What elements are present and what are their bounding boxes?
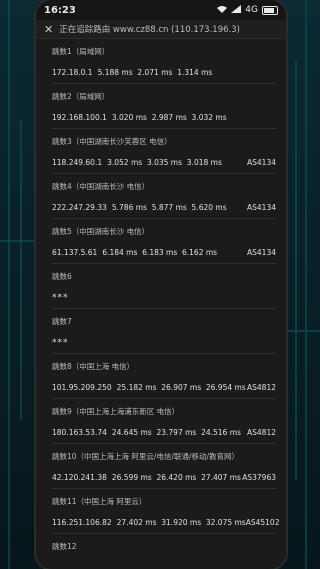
hop-as: AS45102 bbox=[245, 518, 280, 527]
hop-title: 跳数12 bbox=[52, 542, 77, 551]
hop-list: 跳数1（局域网） 172.18.0.1 5.188 ms 2.071 ms 1.31… bbox=[36, 39, 286, 569]
hop-title: 跳数8（中国上海 电信） bbox=[52, 362, 135, 371]
hop-as: AS4812 bbox=[247, 428, 276, 437]
hop-title: 跳数1（局域网） bbox=[52, 47, 110, 56]
hop-title: 跳数7 bbox=[52, 317, 72, 326]
hop-ip: 172.18.0.1 bbox=[52, 68, 93, 77]
hop-times: 3.052 ms 3.035 ms 3.018 ms bbox=[107, 158, 222, 167]
hop-title: 跳数3（中国湖南长沙芙蓉区 电信） bbox=[52, 137, 172, 146]
battery-level bbox=[264, 7, 274, 13]
hop-item: 跳数7 *** bbox=[52, 309, 276, 354]
hop-item: 跳数5（中国湖南长沙 电信） 61.137.5.61 6.184 ms 6.183 … bbox=[52, 219, 276, 264]
hop-times: 26.599 ms 26.420 ms 27.407 ms bbox=[111, 473, 241, 482]
hop-row: 61.137.5.61 6.184 ms 6.183 ms 6.162 ms AS4… bbox=[52, 248, 276, 257]
hop-row: 42.120.241.38 26.599 ms 26.420 ms 27.407 … bbox=[52, 473, 276, 482]
hop-item: 跳数12 bbox=[52, 534, 276, 569]
hop-row: 101.95.209.250 25.182 ms 26.907 ms 26.954… bbox=[52, 383, 276, 392]
hop-as: AS4134 bbox=[247, 248, 276, 257]
hop-title: 跳数6 bbox=[52, 272, 72, 281]
status-time: 16:23 bbox=[44, 4, 76, 16]
hop-ip: 118.249.60.1 bbox=[52, 158, 103, 167]
hop-times: 25.182 ms 26.907 ms 26.954 ms bbox=[116, 383, 246, 392]
hop-ip: 116.251.106.82 bbox=[52, 518, 112, 527]
hop-row: 172.18.0.1 5.188 ms 2.071 ms 1.314 ms bbox=[52, 68, 276, 77]
nav-bar: ✕ 正在追踪路由 www.cz88.cn (110.173.196.3) bbox=[36, 20, 286, 39]
hop-title: 跳数4（中国湖南长沙 电信） bbox=[52, 182, 150, 191]
hop-row: *** bbox=[52, 293, 276, 303]
hop-ip: *** bbox=[52, 293, 69, 303]
hop-ip: 180.163.53.74 bbox=[52, 428, 107, 437]
hop-as: AS4812 bbox=[247, 383, 276, 392]
hop-item: 跳数8（中国上海 电信） 101.95.209.250 25.182 ms 26.9… bbox=[52, 354, 276, 399]
hop-item: 跳数10（中国上海上海 阿里云/电信/联通/移动/教育网） 42.120.241.… bbox=[52, 444, 276, 489]
hop-row: 116.251.106.82 27.402 ms 31.920 ms 32.075… bbox=[52, 518, 279, 527]
hop-times: 27.402 ms 31.920 ms 32.075 ms bbox=[116, 518, 246, 527]
status-bar: 16:23 4G bbox=[36, 0, 286, 20]
hop-row: 118.249.60.1 3.052 ms 3.035 ms 3.018 ms AS… bbox=[52, 158, 276, 167]
hop-ip: *** bbox=[52, 338, 69, 348]
hop-item: 跳数2（局域网） 192.168.100.1 3.020 ms 2.987 ms 3… bbox=[52, 84, 276, 129]
circuit-line bbox=[20, 120, 22, 420]
hop-title: 跳数10（中国上海上海 阿里云/电信/联通/移动/教育网） bbox=[52, 452, 240, 461]
hop-as: AS37963 bbox=[242, 473, 276, 482]
hop-title: 跳数2（局域网） bbox=[52, 92, 110, 101]
hop-title: 跳数9（中国上海上海浦东新区 电信） bbox=[52, 407, 180, 416]
battery-icon bbox=[262, 5, 278, 15]
signal-icon bbox=[231, 4, 242, 16]
hop-ip: 42.120.241.38 bbox=[52, 473, 107, 482]
hop-title: 跳数5（中国湖南长沙 电信） bbox=[52, 227, 150, 236]
hop-times: 5.786 ms 5.877 ms 5.620 ms bbox=[111, 203, 227, 212]
hop-item: 跳数1（局域网） 172.18.0.1 5.188 ms 2.071 ms 1.31… bbox=[52, 39, 276, 84]
wifi-icon bbox=[217, 5, 228, 16]
hop-item: 跳数9（中国上海上海浦东新区 电信） 180.163.53.74 24.645 ms… bbox=[52, 399, 276, 444]
network-type: 4G bbox=[245, 5, 258, 15]
hop-row: *** bbox=[52, 338, 276, 348]
hop-row: 192.168.100.1 3.020 ms 2.987 ms 3.032 ms bbox=[52, 113, 276, 122]
circuit-line bbox=[0, 240, 36, 242]
hop-as: AS4134 bbox=[247, 158, 276, 167]
hop-as: AS4134 bbox=[247, 203, 276, 212]
hop-item: 跳数11（中国上海 阿里云） 116.251.106.82 27.402 ms 31… bbox=[52, 489, 279, 534]
hop-title: 跳数11（中国上海 阿里云） bbox=[52, 497, 147, 506]
hop-ip: 101.95.209.250 bbox=[52, 383, 112, 392]
phone-screen: 16:23 4G ✕ 正在追踪路由 www.cz88.cn (110.173.1… bbox=[36, 0, 286, 569]
circuit-line bbox=[305, 0, 307, 569]
hop-row: 222.247.29.33 5.786 ms 5.877 ms 5.620 ms A… bbox=[52, 203, 276, 212]
hop-times: 24.645 ms 23.797 ms 24.516 ms bbox=[111, 428, 241, 437]
trace-url: 正在追踪路由 www.cz88.cn (110.173.196.3) bbox=[59, 25, 240, 35]
hop-item: 跳数3（中国湖南长沙芙蓉区 电信） 118.249.60.1 3.052 ms 3.… bbox=[52, 129, 276, 174]
hop-times: 3.020 ms 2.987 ms 3.032 ms bbox=[111, 113, 227, 122]
hop-times: 6.184 ms 6.183 ms 6.162 ms bbox=[102, 248, 218, 257]
hop-row: 180.163.53.74 24.645 ms 23.797 ms 24.516 … bbox=[52, 428, 276, 437]
close-icon[interactable]: ✕ bbox=[44, 23, 53, 36]
hop-item: 跳数4（中国湖南长沙 电信） 222.247.29.33 5.786 ms 5.87… bbox=[52, 174, 276, 219]
circuit-line bbox=[295, 60, 297, 480]
hop-ip: 61.137.5.61 bbox=[52, 248, 98, 257]
circuit-line bbox=[8, 0, 10, 569]
hop-ip: 192.168.100.1 bbox=[52, 113, 107, 122]
circuit-line bbox=[286, 330, 320, 332]
hop-item: 跳数6 *** bbox=[52, 264, 276, 309]
hop-ip: 222.247.29.33 bbox=[52, 203, 107, 212]
hop-times: 5.188 ms 2.071 ms 1.314 ms bbox=[97, 68, 213, 77]
